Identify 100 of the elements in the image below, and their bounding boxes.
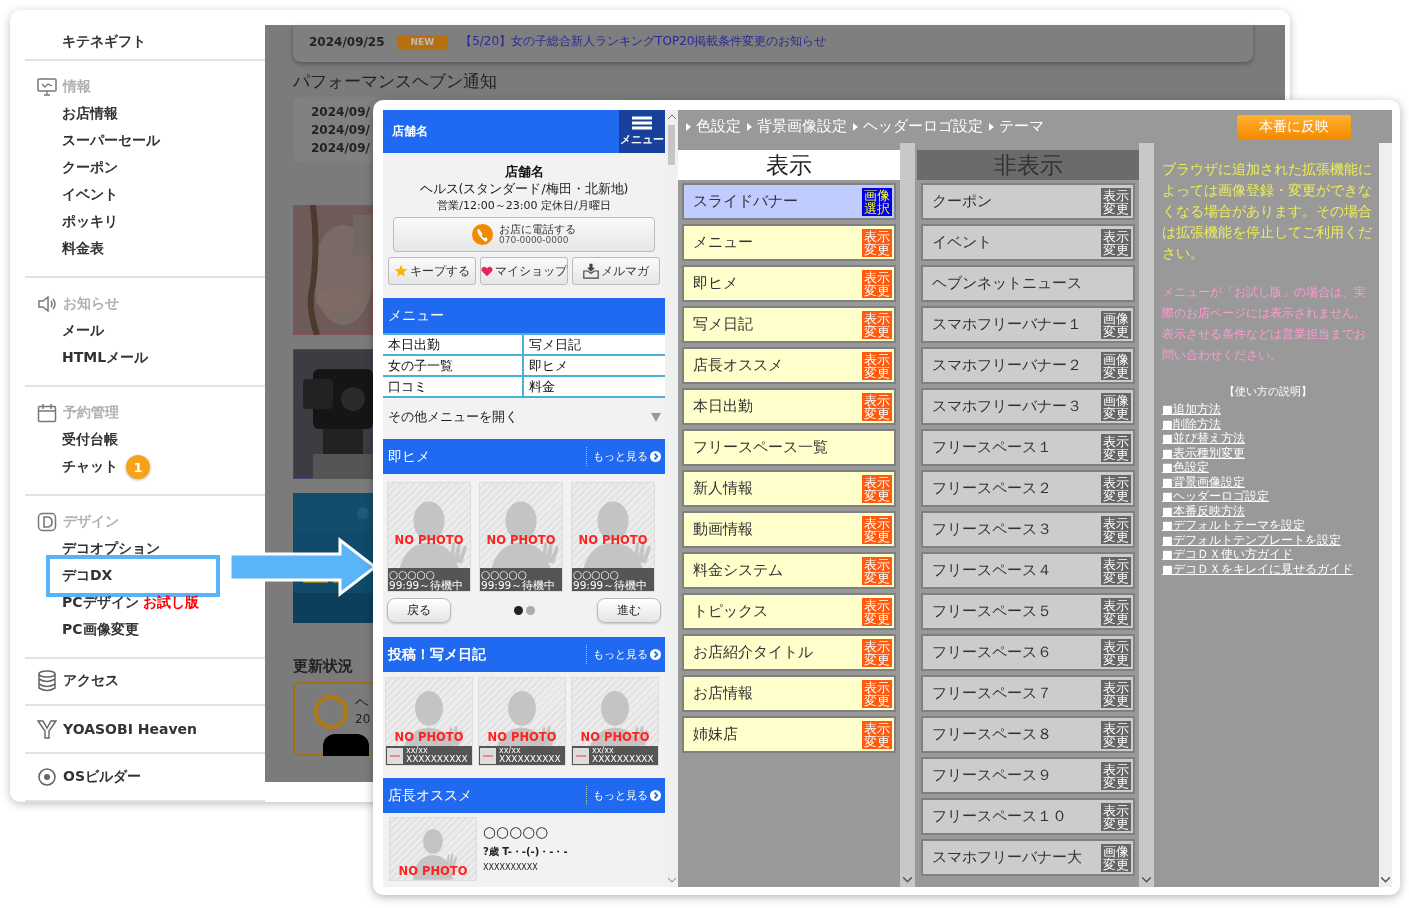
photo-placeholder[interactable]: NO PHOTO ○○○○○ 99:99～待機中 (571, 482, 655, 592)
part-item[interactable]: 料金システム 表示変更 (682, 552, 896, 589)
part-item[interactable]: メニュー 表示変更 (682, 224, 896, 261)
part-item[interactable]: フリースペース２ 表示変更 (921, 470, 1135, 507)
part-item[interactable]: クーポン 表示変更 (921, 183, 1135, 220)
part-item[interactable]: スマホフリーバナー２ 画像変更 (921, 347, 1135, 384)
part-item[interactable]: スマホフリーバナー１ 画像変更 (921, 306, 1135, 343)
part-action-button[interactable]: 画像選択 (862, 187, 892, 216)
back-button[interactable]: 戻る (387, 598, 451, 623)
next-button[interactable]: 進む (597, 598, 661, 623)
menu-link[interactable]: 本日出勤 (383, 333, 524, 354)
part-action-button[interactable]: 表示変更 (1101, 228, 1131, 257)
sidebar-item[interactable]: キテネギフト (62, 32, 146, 51)
part-item[interactable]: スマホフリーバナー大 画像変更 (921, 839, 1135, 876)
sidebar-item[interactable]: チャット (62, 458, 118, 476)
part-action-button[interactable]: 表示変更 (1101, 474, 1131, 503)
part-action-button[interactable]: 表示変更 (1101, 433, 1131, 462)
scroll-down-icon (903, 877, 912, 883)
part-item[interactable]: フリースペース１０ 表示変更 (921, 798, 1135, 835)
part-label: スマホフリーバナー大 (932, 848, 1082, 867)
part-item[interactable]: フリースペース８ 表示変更 (921, 716, 1135, 753)
part-action-button[interactable]: 表示変更 (1101, 802, 1131, 831)
page-dot[interactable] (525, 606, 535, 615)
part-item[interactable]: フリースペース１ 表示変更 (921, 429, 1135, 466)
sidebar-link[interactable]: アクセス (63, 672, 119, 691)
heart-icon (481, 264, 493, 278)
page-dot[interactable] (513, 606, 523, 615)
part-action-button[interactable]: 画像変更 (1101, 351, 1131, 380)
staff-profile: ?歳 T-・-(-)・-・- (483, 845, 568, 859)
part-action-button[interactable]: 表示変更 (1101, 761, 1131, 790)
part-item[interactable]: フリースペース６ 表示変更 (921, 634, 1135, 671)
expand-menu-row[interactable]: その他メニューを開く (383, 398, 665, 436)
menu-button[interactable]: メニュー (619, 110, 665, 153)
part-item[interactable]: 姉妹店 表示変更 (682, 716, 896, 753)
part-item[interactable]: お店情報 表示変更 (682, 675, 896, 712)
part-item[interactable]: 新人情報 表示変更 (682, 470, 896, 507)
part-item[interactable]: 店長オススメ 表示変更 (682, 347, 896, 384)
part-action-button[interactable]: 表示変更 (1101, 556, 1131, 585)
photo-placeholder[interactable]: NO PHOTO ○○○○○ 99:99～待機中 (479, 482, 563, 592)
sidebar-item[interactable]: イベント (62, 186, 118, 204)
part-item[interactable]: ヘブンネットニュース (921, 265, 1135, 302)
part-item[interactable]: フリースペース一覧 (682, 429, 896, 466)
scrollbar[interactable] (1379, 143, 1392, 887)
part-label: トピックス (693, 602, 768, 621)
database-icon (37, 670, 57, 693)
sidebar-item[interactable]: ポッキリ (62, 213, 118, 231)
sidebar-item[interactable]: PC画像変更 (62, 621, 139, 639)
action-button[interactable]: マイショップ (480, 257, 568, 285)
sidebar-item[interactable]: クーポン (62, 159, 118, 177)
part-item[interactable]: 本日出勤 表示変更 (682, 388, 896, 425)
menu-link[interactable]: 女の子一覧 (383, 354, 524, 375)
action-button[interactable]: メルマガ (572, 257, 660, 285)
part-action-button[interactable]: 表示変更 (1101, 679, 1131, 708)
photo-placeholder[interactable]: NO PHOTO xx/xx XXXXXXXXXX (478, 677, 566, 766)
sidebar-item[interactable]: スーパーセール (62, 132, 160, 150)
part-action-button[interactable]: 画像変更 (1101, 392, 1131, 421)
sidebar-item[interactable]: HTMLメール (62, 349, 149, 367)
caption-text: ○○○○○ (481, 569, 527, 580)
part-item[interactable]: フリースペース７ 表示変更 (921, 675, 1135, 712)
part-action-button[interactable]: 表示変更 (1101, 515, 1131, 544)
sidebar-item[interactable]: メール (62, 322, 104, 340)
part-item[interactable]: 写メ日記 表示変更 (682, 306, 896, 343)
sidebar-item[interactable]: PCデザイン (62, 594, 139, 612)
part-item[interactable]: スマホフリーバナー３ 画像変更 (921, 388, 1135, 425)
part-item[interactable]: フリースペース３ 表示変更 (921, 511, 1135, 548)
part-item[interactable]: 動画情報 表示変更 (682, 511, 896, 548)
part-item[interactable]: スライドバナー 画像選択 (682, 183, 896, 220)
part-item[interactable]: フリースペース９ 表示変更 (921, 757, 1135, 794)
sidebar-link[interactable]: OSビルダー (63, 768, 141, 787)
part-action-button[interactable]: 画像変更 (1101, 843, 1131, 872)
photo-placeholder[interactable]: NO PHOTO xx/xx XXXXXXXXXX (385, 677, 473, 766)
part-action-button[interactable]: 表示変更 (1101, 638, 1131, 667)
menu-link[interactable]: 口コミ (383, 375, 524, 396)
scroll-thumb[interactable] (668, 125, 675, 165)
part-item[interactable]: お店紹介タイトル 表示変更 (682, 634, 896, 671)
part-label: フリースペース２ (932, 479, 1052, 498)
call-button[interactable]: お店に電話する 070-0000-0000 (393, 217, 655, 252)
scrollbar[interactable] (900, 143, 915, 887)
action-button[interactable]: キープする (388, 257, 476, 285)
scroll-down-icon (1381, 877, 1390, 883)
part-item[interactable]: フリースペース５ 表示変更 (921, 593, 1135, 630)
sidebar-item[interactable]: 受付台帳 (62, 431, 118, 449)
photo-placeholder[interactable]: NO PHOTO xx/xx XXXXXXXXXX (571, 677, 659, 766)
section-heading: 予約管理 (63, 404, 119, 422)
part-item[interactable]: イベント 表示変更 (921, 224, 1135, 261)
sidebar-item[interactable]: デコオプション (62, 540, 160, 558)
sidebar-item[interactable]: お店情報 (62, 105, 118, 123)
dark-button[interactable] (323, 734, 369, 756)
part-action-button[interactable]: 画像変更 (1101, 310, 1131, 339)
scrollbar[interactable] (665, 110, 678, 887)
part-action-button[interactable]: 表示変更 (1101, 597, 1131, 626)
part-item[interactable]: 即ヒメ 表示変更 (682, 265, 896, 302)
part-item[interactable]: トピックス 表示変更 (682, 593, 896, 630)
photo-placeholder[interactable]: NO PHOTO ○○○○○ 99:99～待機中 (387, 482, 471, 592)
sidebar-link[interactable]: YOASOBI Heaven (63, 721, 197, 738)
scrollbar[interactable] (1139, 143, 1154, 887)
part-action-button[interactable]: 表示変更 (1101, 720, 1131, 749)
part-item[interactable]: フリースペース４ 表示変更 (921, 552, 1135, 589)
part-action-button[interactable]: 表示変更 (1101, 187, 1131, 216)
sidebar-item[interactable]: 料金表 (62, 240, 104, 258)
